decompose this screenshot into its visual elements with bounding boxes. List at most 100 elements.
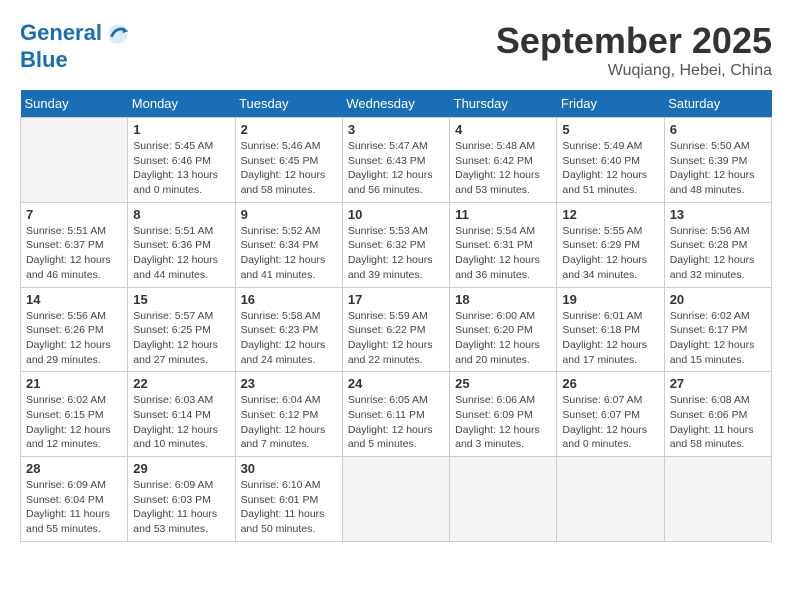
day-info: Sunrise: 5:56 AMSunset: 6:26 PMDaylight:… bbox=[26, 309, 122, 368]
calendar-cell: 25Sunrise: 6:06 AMSunset: 6:09 PMDayligh… bbox=[450, 372, 557, 457]
day-number: 4 bbox=[455, 122, 551, 137]
calendar-cell bbox=[557, 457, 664, 542]
day-number: 24 bbox=[348, 376, 444, 391]
day-number: 22 bbox=[133, 376, 229, 391]
calendar-cell: 21 Sunrise: 6:02 AMSunset: 6:15 PMDayligh… bbox=[21, 372, 128, 457]
calendar-cell: 12 Sunrise: 5:55 AMSunset: 6:29 PMDayligh… bbox=[557, 202, 664, 287]
day-info: Sunrise: 5:53 AMSunset: 6:32 PMDaylight:… bbox=[348, 224, 444, 283]
day-number: 13 bbox=[670, 207, 766, 222]
logo: General Blue bbox=[20, 20, 132, 72]
day-info: Sunrise: 5:48 AMSunset: 6:42 PMDaylight:… bbox=[455, 139, 551, 198]
calendar-cell: 27 Sunrise: 6:08 AMSunset: 6:06 PMDayligh… bbox=[664, 372, 771, 457]
day-number: 29 bbox=[133, 461, 229, 476]
day-number: 23 bbox=[241, 376, 337, 391]
day-info: Sunrise: 5:50 AMSunset: 6:39 PMDaylight:… bbox=[670, 139, 766, 198]
day-number: 27 bbox=[670, 376, 766, 391]
calendar-cell: 7 Sunrise: 5:51 AMSunset: 6:37 PMDaylight… bbox=[21, 202, 128, 287]
calendar-cell: 8Sunrise: 5:51 AMSunset: 6:36 PMDaylight… bbox=[128, 202, 235, 287]
day-info: Sunrise: 6:09 AMSunset: 6:04 PMDaylight:… bbox=[26, 478, 122, 537]
calendar-cell: 24Sunrise: 6:05 AMSunset: 6:11 PMDayligh… bbox=[342, 372, 449, 457]
calendar-week-row: 28 Sunrise: 6:09 AMSunset: 6:04 PMDayligh… bbox=[21, 457, 772, 542]
calendar-cell: 14 Sunrise: 5:56 AMSunset: 6:26 PMDayligh… bbox=[21, 287, 128, 372]
day-info: Sunrise: 6:03 AMSunset: 6:14 PMDaylight:… bbox=[133, 393, 229, 452]
day-info: Sunrise: 6:04 AMSunset: 6:12 PMDaylight:… bbox=[241, 393, 337, 452]
calendar-cell: 4 Sunrise: 5:48 AMSunset: 6:42 PMDaylight… bbox=[450, 118, 557, 203]
calendar-week-row: 14 Sunrise: 5:56 AMSunset: 6:26 PMDayligh… bbox=[21, 287, 772, 372]
day-number: 15 bbox=[133, 292, 229, 307]
day-info: Sunrise: 6:10 AMSunset: 6:01 PMDaylight:… bbox=[241, 478, 337, 537]
day-info: Sunrise: 5:55 AMSunset: 6:29 PMDaylight:… bbox=[562, 224, 658, 283]
day-info: Sunrise: 5:59 AMSunset: 6:22 PMDaylight:… bbox=[348, 309, 444, 368]
calendar-cell: 29Sunrise: 6:09 AMSunset: 6:03 PMDayligh… bbox=[128, 457, 235, 542]
day-info: Sunrise: 6:02 AMSunset: 6:17 PMDaylight:… bbox=[670, 309, 766, 368]
calendar-cell: 10 Sunrise: 5:53 AMSunset: 6:32 PMDayligh… bbox=[342, 202, 449, 287]
day-number: 25 bbox=[455, 376, 551, 391]
day-number: 19 bbox=[562, 292, 658, 307]
calendar-table: SundayMondayTuesdayWednesdayThursdayFrid… bbox=[20, 90, 772, 542]
day-info: Sunrise: 6:02 AMSunset: 6:15 PMDaylight:… bbox=[26, 393, 122, 452]
calendar-cell: 23 Sunrise: 6:04 AMSunset: 6:12 PMDayligh… bbox=[235, 372, 342, 457]
day-number: 21 bbox=[26, 376, 122, 391]
weekday-header-row: SundayMondayTuesdayWednesdayThursdayFrid… bbox=[21, 90, 772, 118]
day-info: Sunrise: 5:54 AMSunset: 6:31 PMDaylight:… bbox=[455, 224, 551, 283]
weekday-header-monday: Monday bbox=[128, 90, 235, 118]
day-number: 3 bbox=[348, 122, 444, 137]
day-info: Sunrise: 5:52 AMSunset: 6:34 PMDaylight:… bbox=[241, 224, 337, 283]
calendar-week-row: 21 Sunrise: 6:02 AMSunset: 6:15 PMDayligh… bbox=[21, 372, 772, 457]
day-number: 11 bbox=[455, 207, 551, 222]
day-info: Sunrise: 5:47 AMSunset: 6:43 PMDaylight:… bbox=[348, 139, 444, 198]
day-number: 7 bbox=[26, 207, 122, 222]
calendar-week-row: 7 Sunrise: 5:51 AMSunset: 6:37 PMDaylight… bbox=[21, 202, 772, 287]
weekday-header-friday: Friday bbox=[557, 90, 664, 118]
calendar-cell: 1 Sunrise: 5:45 AMSunset: 6:46 PMDaylight… bbox=[128, 118, 235, 203]
calendar-cell: 17 Sunrise: 5:59 AMSunset: 6:22 PMDayligh… bbox=[342, 287, 449, 372]
day-number: 12 bbox=[562, 207, 658, 222]
calendar-cell: 2Sunrise: 5:46 AMSunset: 6:45 PMDaylight… bbox=[235, 118, 342, 203]
day-info: Sunrise: 5:57 AMSunset: 6:25 PMDaylight:… bbox=[133, 309, 229, 368]
calendar-cell: 5 Sunrise: 5:49 AMSunset: 6:40 PMDaylight… bbox=[557, 118, 664, 203]
calendar-week-row: 1 Sunrise: 5:45 AMSunset: 6:46 PMDaylight… bbox=[21, 118, 772, 203]
day-number: 2 bbox=[241, 122, 337, 137]
day-info: Sunrise: 5:49 AMSunset: 6:40 PMDaylight:… bbox=[562, 139, 658, 198]
calendar-cell: 19 Sunrise: 6:01 AMSunset: 6:18 PMDayligh… bbox=[557, 287, 664, 372]
day-info: Sunrise: 5:51 AMSunset: 6:37 PMDaylight:… bbox=[26, 224, 122, 283]
weekday-header-wednesday: Wednesday bbox=[342, 90, 449, 118]
logo-icon bbox=[104, 20, 132, 48]
calendar-cell bbox=[450, 457, 557, 542]
day-number: 1 bbox=[133, 122, 229, 137]
calendar-cell: 16 Sunrise: 5:58 AMSunset: 6:23 PMDayligh… bbox=[235, 287, 342, 372]
day-info: Sunrise: 6:01 AMSunset: 6:18 PMDaylight:… bbox=[562, 309, 658, 368]
day-info: Sunrise: 5:58 AMSunset: 6:23 PMDaylight:… bbox=[241, 309, 337, 368]
weekday-header-tuesday: Tuesday bbox=[235, 90, 342, 118]
day-info: Sunrise: 5:45 AMSunset: 6:46 PMDaylight:… bbox=[133, 139, 229, 198]
calendar-cell: 3 Sunrise: 5:47 AMSunset: 6:43 PMDaylight… bbox=[342, 118, 449, 203]
day-number: 17 bbox=[348, 292, 444, 307]
calendar-cell: 11 Sunrise: 5:54 AMSunset: 6:31 PMDayligh… bbox=[450, 202, 557, 287]
day-number: 5 bbox=[562, 122, 658, 137]
day-number: 16 bbox=[241, 292, 337, 307]
day-number: 14 bbox=[26, 292, 122, 307]
day-info: Sunrise: 6:07 AMSunset: 6:07 PMDaylight:… bbox=[562, 393, 658, 452]
day-number: 28 bbox=[26, 461, 122, 476]
calendar-cell: 13Sunrise: 5:56 AMSunset: 6:28 PMDayligh… bbox=[664, 202, 771, 287]
calendar-cell bbox=[342, 457, 449, 542]
logo-text: General bbox=[20, 20, 132, 48]
day-number: 30 bbox=[241, 461, 337, 476]
day-number: 26 bbox=[562, 376, 658, 391]
location: Wuqiang, Hebei, China bbox=[496, 62, 772, 80]
weekday-header-sunday: Sunday bbox=[21, 90, 128, 118]
day-info: Sunrise: 5:51 AMSunset: 6:36 PMDaylight:… bbox=[133, 224, 229, 283]
day-info: Sunrise: 6:08 AMSunset: 6:06 PMDaylight:… bbox=[670, 393, 766, 452]
day-number: 6 bbox=[670, 122, 766, 137]
calendar-cell: 26 Sunrise: 6:07 AMSunset: 6:07 PMDayligh… bbox=[557, 372, 664, 457]
calendar-cell bbox=[21, 118, 128, 203]
day-number: 9 bbox=[241, 207, 337, 222]
calendar-cell: 22 Sunrise: 6:03 AMSunset: 6:14 PMDayligh… bbox=[128, 372, 235, 457]
calendar-cell: 18Sunrise: 6:00 AMSunset: 6:20 PMDayligh… bbox=[450, 287, 557, 372]
page-header: General Blue September 2025 Wuqiang, Heb… bbox=[20, 20, 772, 80]
day-number: 10 bbox=[348, 207, 444, 222]
month-title: September 2025 bbox=[496, 20, 772, 62]
day-info: Sunrise: 6:00 AMSunset: 6:20 PMDaylight:… bbox=[455, 309, 551, 368]
calendar-cell: 15 Sunrise: 5:57 AMSunset: 6:25 PMDayligh… bbox=[128, 287, 235, 372]
day-number: 20 bbox=[670, 292, 766, 307]
